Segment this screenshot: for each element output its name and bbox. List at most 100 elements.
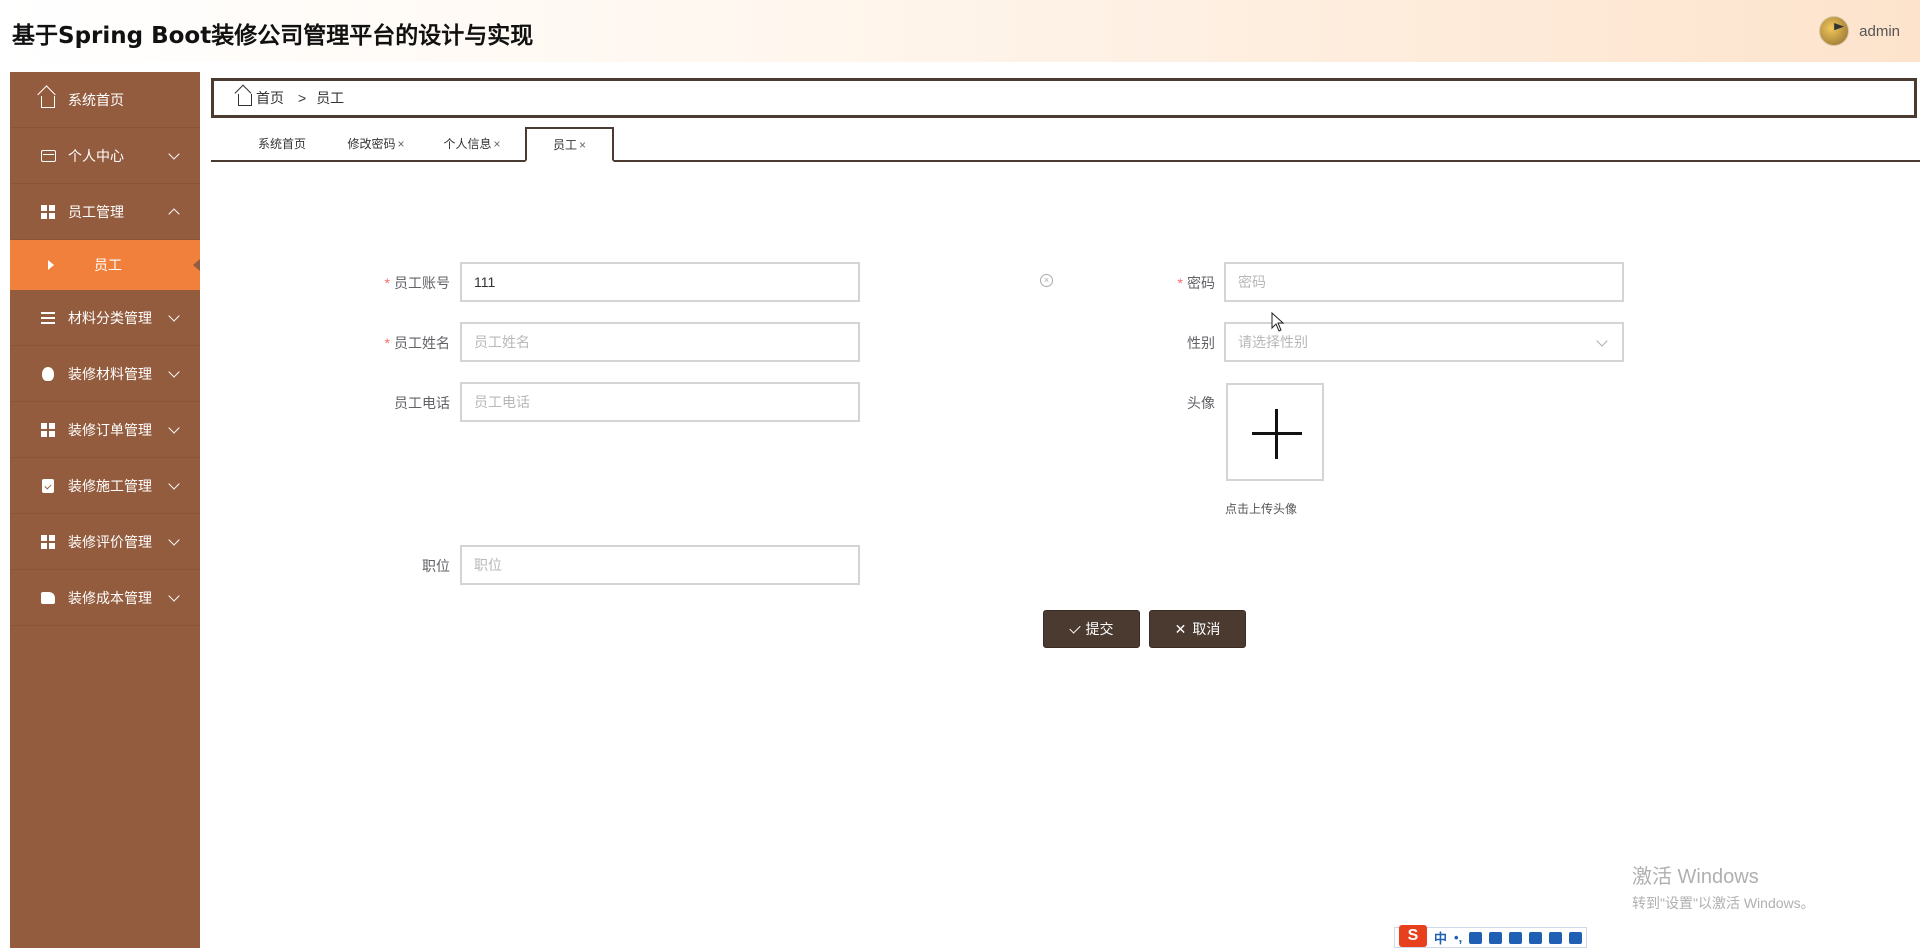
- sidebar-item-label: 装修材料管理: [68, 365, 152, 382]
- sidebar-item-label: 装修施工管理: [68, 477, 152, 494]
- sogou-logo-icon[interactable]: S: [1399, 924, 1427, 947]
- password-label: * 密码: [1177, 275, 1215, 291]
- chevron-down-icon: [168, 310, 180, 322]
- watermark-title: 激活 Windows: [1632, 866, 1759, 888]
- hand-icon: [40, 590, 56, 606]
- app-title: 基于Spring Boot装修公司管理平台的设计与实现: [12, 23, 534, 49]
- account-input[interactable]: [474, 274, 858, 290]
- position-input[interactable]: [474, 557, 858, 573]
- robot-icon[interactable]: [1529, 931, 1543, 944]
- gender-label: 性别: [1187, 335, 1215, 351]
- password-field[interactable]: [1224, 262, 1624, 302]
- sidebar-item-label: 装修订单管理: [68, 421, 152, 438]
- tab-employee[interactable]: 员工 ×: [525, 127, 614, 162]
- sidebar-item-label: 装修评价管理: [68, 533, 152, 550]
- sidebar-item-construction[interactable]: 装修施工管理: [10, 458, 200, 514]
- watermark-subtitle: 转到"设置"以激活 Windows。: [1632, 895, 1815, 911]
- tab-change-password[interactable]: 修改密码 ×: [341, 127, 411, 160]
- toolbox-icon[interactable]: [1549, 931, 1563, 944]
- grid-icon: [40, 422, 56, 438]
- breadcrumb-separator: >: [298, 90, 307, 106]
- chevron-up-icon: [168, 208, 180, 220]
- breadcrumb: 首页 > 员工: [211, 78, 1917, 118]
- password-input[interactable]: [1238, 274, 1622, 290]
- sidebar-item-label: 系统首页: [68, 91, 124, 108]
- sidebar-item-personal-center[interactable]: 个人中心: [10, 128, 200, 184]
- settings-icon[interactable]: [1569, 931, 1583, 944]
- ime-punctuation[interactable]: •,: [1454, 930, 1462, 945]
- sidebar-item-materials[interactable]: 装修材料管理: [10, 346, 200, 402]
- gender-select-input[interactable]: [1238, 334, 1622, 350]
- sidebar-item-label: 个人中心: [68, 147, 124, 164]
- tab-personal-info[interactable]: 个人信息 ×: [437, 127, 507, 160]
- tab-label: 员工: [552, 138, 577, 152]
- tab-label: 个人信息: [443, 137, 492, 151]
- ime-toolbar[interactable]: S 中 •,: [1394, 924, 1588, 948]
- position-label: 职位: [422, 558, 450, 574]
- close-icon[interactable]: ×: [398, 137, 405, 151]
- user-name[interactable]: admin: [1859, 23, 1900, 40]
- account-label: * 员工账号: [384, 275, 450, 291]
- chevron-down-icon: [168, 148, 180, 160]
- microphone-icon[interactable]: [1469, 931, 1483, 944]
- chevron-down-icon: [168, 478, 180, 490]
- close-icon[interactable]: ×: [494, 137, 501, 151]
- chevron-down-icon: [168, 366, 180, 378]
- name-input[interactable]: [474, 334, 858, 350]
- tabs-bar: 系统首页 修改密码 × 个人信息 × 员工 ×: [211, 127, 1920, 162]
- chevron-down-icon: [168, 422, 180, 434]
- card-icon: [40, 148, 56, 164]
- submit-button[interactable]: 提交: [1043, 610, 1140, 648]
- tab-label: 修改密码: [347, 137, 396, 151]
- cancel-button[interactable]: ✕ 取消: [1149, 610, 1246, 648]
- chevron-down-icon: [168, 590, 180, 602]
- home-icon: [238, 94, 252, 106]
- breadcrumb-current: 员工: [316, 90, 345, 106]
- avatar-upload-button[interactable]: [1226, 383, 1324, 481]
- user-area[interactable]: admin: [1819, 16, 1900, 46]
- user-avatar[interactable]: [1819, 16, 1850, 46]
- sidebar-item-label: 员工管理: [68, 203, 124, 220]
- top-header: 基于Spring Boot装修公司管理平台的设计与实现 admin: [0, 0, 1920, 62]
- phone-field[interactable]: [460, 382, 860, 422]
- account-field[interactable]: [460, 262, 860, 302]
- sidebar: 系统首页 个人中心 员工管理 员工 材料分类管理 装修材料管理 装修订单管理 装…: [10, 72, 200, 948]
- ime-mode[interactable]: 中: [1434, 928, 1447, 947]
- clipboard-icon: [40, 478, 56, 494]
- upload-hint: 点击上传头像: [1225, 502, 1298, 516]
- sidebar-subitem-label: 员工: [94, 257, 122, 273]
- submit-label: 提交: [1085, 621, 1114, 637]
- cancel-label: 取消: [1192, 621, 1221, 637]
- sidebar-item-home[interactable]: 系统首页: [10, 72, 200, 128]
- grid-icon: [40, 204, 56, 220]
- home-icon: [40, 92, 56, 108]
- sidebar-subitem-employee[interactable]: 员工: [10, 240, 200, 290]
- sidebar-item-orders[interactable]: 装修订单管理: [10, 402, 200, 458]
- name-label: * 员工姓名: [384, 335, 450, 351]
- avatar-label: 头像: [1187, 395, 1215, 411]
- breadcrumb-home[interactable]: 首页: [256, 88, 284, 108]
- sidebar-item-label: 材料分类管理: [68, 309, 152, 326]
- close-icon[interactable]: ×: [579, 138, 586, 152]
- list-icon: [40, 310, 56, 326]
- bulb-icon: [40, 366, 56, 382]
- close-icon: ✕: [1174, 621, 1187, 637]
- position-field[interactable]: [460, 545, 860, 585]
- name-field[interactable]: [460, 322, 860, 362]
- sidebar-item-reviews[interactable]: 装修评价管理: [10, 514, 200, 570]
- tab-home[interactable]: 系统首页: [247, 127, 317, 160]
- active-marker: [193, 259, 200, 271]
- clear-icon[interactable]: ×: [1040, 274, 1053, 287]
- tab-label: 系统首页: [257, 137, 306, 151]
- phone-label: 员工电话: [394, 395, 450, 411]
- sidebar-item-costs[interactable]: 装修成本管理: [10, 570, 200, 626]
- windows-activation-watermark: 激活 Windows 转到"设置"以激活 Windows。: [1632, 860, 1815, 913]
- caret-right-icon: [48, 260, 54, 270]
- skin-icon[interactable]: [1509, 931, 1523, 944]
- keyboard-icon[interactable]: [1489, 931, 1503, 944]
- sidebar-item-material-category[interactable]: 材料分类管理: [10, 290, 200, 346]
- grid-icon: [40, 534, 56, 550]
- phone-input[interactable]: [474, 394, 858, 410]
- sidebar-item-employee-management[interactable]: 员工管理: [10, 184, 200, 240]
- check-icon: [1068, 621, 1081, 634]
